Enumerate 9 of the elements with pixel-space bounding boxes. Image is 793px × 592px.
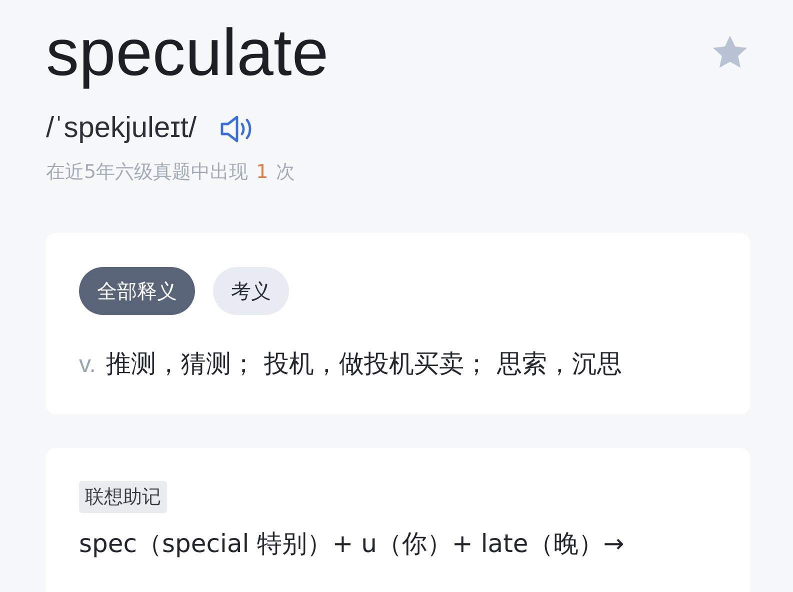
definition-tab[interactable]: 考义 bbox=[213, 267, 289, 315]
exam-frequency: 在近5年六级真题中出现 1 次 bbox=[46, 160, 296, 185]
definition-text: 推测，猜测； 投机，做投机买卖； 思索，沉思 bbox=[106, 348, 622, 380]
part-of-speech: v. bbox=[79, 351, 96, 379]
phonetic: /ˈspekjuleɪt/ bbox=[46, 112, 197, 145]
definition-tab[interactable]: 全部释义 bbox=[79, 267, 195, 315]
mnemonic-text: spec（special 特别）+ u（你）+ late（晚）→ bbox=[79, 528, 626, 560]
mnemonic-tag: 联想助记 bbox=[79, 481, 167, 513]
headword: speculate bbox=[46, 14, 329, 90]
